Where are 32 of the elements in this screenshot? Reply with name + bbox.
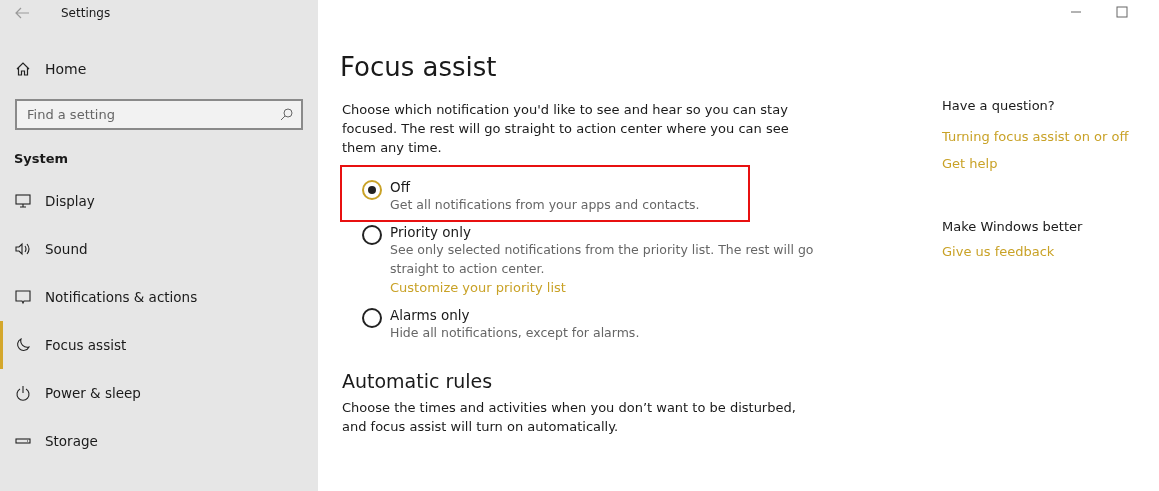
aside-heading: Make Windows better (942, 219, 1084, 234)
moon-icon (15, 337, 31, 353)
home-link[interactable]: Home (0, 54, 318, 84)
option-description: Hide all notifications, except for alarms. (390, 324, 641, 342)
option-label: Priority only (390, 224, 472, 240)
maximize-button[interactable] (1116, 6, 1128, 18)
option-description: Get all notifications from your apps and contacts. (390, 196, 701, 214)
sidebar-item[interactable]: Storage (0, 417, 318, 465)
home-icon (15, 61, 31, 77)
power-icon (15, 385, 31, 401)
radio-button[interactable] (362, 180, 382, 200)
section-heading: System (13, 151, 70, 168)
speech-bubble-icon (15, 289, 31, 305)
search-field[interactable]: Find a setting (15, 99, 303, 130)
speaker-icon (15, 241, 31, 257)
page-description: Choose which notification you'd like to see and hear so you can stay focused. The rest will go straight to action center where you can see them any time. (342, 101, 790, 157)
option-label: Alarms only (390, 307, 471, 323)
sidebar-item[interactable]: Sound (0, 225, 318, 273)
radio-button[interactable] (362, 225, 382, 245)
sidebar-item[interactable]: Notifications & actions (0, 273, 318, 321)
option-description: See only selected notifications from the priority list. The rest will go straight to action center. (390, 241, 815, 278)
section-heading: Automatic rules (342, 370, 494, 392)
section-description: Choose the times and activities when you don’t want to be disturbed, and focus assist will turn on automatically. (342, 399, 797, 436)
sidebar-item[interactable]: Power & sleep (0, 369, 318, 417)
window-title: Settings (61, 6, 111, 20)
sidebar-item[interactable]: Display (0, 177, 318, 225)
monitor-icon (15, 193, 31, 209)
search-icon (280, 108, 293, 121)
option-label: Off (390, 179, 412, 195)
aside-heading: Have a question? (942, 98, 1056, 113)
radio-button[interactable] (362, 308, 382, 328)
page-title: Focus assist (340, 52, 498, 84)
